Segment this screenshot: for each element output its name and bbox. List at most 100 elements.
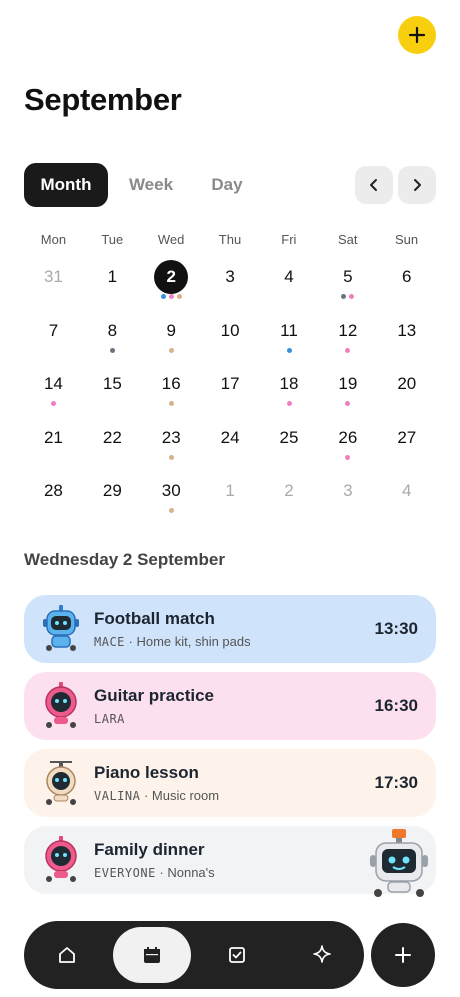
calendar-day[interactable]: 26 [318, 413, 377, 467]
plus-icon [408, 26, 426, 44]
tab-week[interactable]: Week [108, 163, 194, 207]
event-dot [160, 294, 166, 299]
event-assignee: MACE [94, 635, 125, 649]
event-dots [318, 454, 377, 460]
day-number: 13 [397, 320, 417, 340]
nav-calendar[interactable] [109, 921, 194, 989]
calendar-day[interactable]: 7 [24, 306, 83, 360]
nav-tasks[interactable] [194, 921, 279, 989]
event-card[interactable]: Football match MACE · Home kit, shin pad… [24, 595, 436, 663]
page-title: September [24, 82, 182, 117]
event-subtitle: VALINA · Music room [94, 788, 375, 803]
calendar-day[interactable]: 8 [83, 306, 142, 360]
day-number: 17 [220, 374, 240, 393]
nav-active-pill [112, 927, 191, 983]
calendar-day[interactable]: 14 [24, 359, 83, 413]
add-event-top-button[interactable] [398, 16, 436, 54]
next-month-button[interactable] [398, 166, 436, 204]
calendar-day[interactable]: 20 [377, 359, 436, 413]
calendar-day-selected[interactable]: 2 [142, 252, 201, 306]
event-dots [142, 454, 201, 460]
calendar-day[interactable]: 21 [24, 413, 83, 467]
calendar-day[interactable]: 5 [318, 252, 377, 306]
calendar-day[interactable]: 13 [377, 306, 436, 360]
event-note: · Music room [140, 788, 220, 803]
event-dot [341, 294, 347, 299]
tab-month[interactable]: Month [24, 163, 108, 207]
day-number: 4 [402, 481, 412, 500]
calendar-day[interactable]: 15 [83, 359, 142, 413]
calendar-day[interactable]: 3 [318, 466, 377, 520]
day-number: 16 [161, 374, 181, 393]
calendar-week-row: 21 22 23 24 25 26 27 [24, 413, 436, 467]
weekday-label: Fri [281, 232, 297, 247]
calendar-day[interactable]: 18 [260, 359, 319, 413]
day-number: 15 [102, 374, 122, 393]
calendar-day[interactable]: 28 [24, 466, 83, 520]
day-number: 10 [220, 320, 240, 340]
calendar-day[interactable]: 9 [142, 306, 201, 360]
day-number: 21 [43, 427, 63, 447]
event-title: Football match [94, 609, 215, 628]
calendar-day[interactable]: 10 [201, 306, 260, 360]
calendar-day[interactable]: 1 [83, 252, 142, 306]
event-dots [24, 401, 83, 406]
calendar-day[interactable]: 31 [24, 252, 83, 306]
calendar-day[interactable]: 17 [201, 359, 260, 413]
robot-mascot-icon [370, 829, 428, 897]
weekday-label: Mon [40, 232, 67, 247]
weekday-label: Wed [157, 232, 185, 247]
day-number: 14 [43, 374, 63, 393]
calendar-week-row: 28 29 30 1 2 3 4 [24, 466, 436, 520]
calendar-day[interactable]: 4 [377, 466, 436, 520]
calendar-day[interactable]: 2 [260, 466, 319, 520]
calendar-day[interactable]: 22 [83, 413, 142, 467]
view-switch: Month Week Day [24, 163, 260, 207]
event-card[interactable]: Guitar practice LARA 16:30 [24, 672, 436, 740]
event-time: 16:30 [374, 696, 418, 715]
nav-home[interactable] [24, 921, 109, 989]
day-number: 1 [107, 267, 118, 286]
event-dots [318, 401, 377, 406]
tab-day[interactable]: Day [194, 158, 260, 212]
event-dots [142, 294, 201, 299]
day-number: 28 [43, 481, 63, 500]
nav-assistant[interactable] [279, 921, 364, 989]
weekday-header: Mon Tue Wed Thu Fri Sat Sun [24, 232, 436, 250]
calendar-weeks: 31 1 2 3 4 5 6 7 8 9 10 11 12 13 14 15 16 17 18 19 20 21 22 23 2… [24, 252, 436, 520]
day-number: 18 [279, 374, 299, 393]
event-card[interactable]: Piano lesson VALINA · Music room 17:30 [24, 749, 436, 817]
calendar-day[interactable]: 24 [201, 413, 260, 467]
event-dot [345, 401, 351, 406]
event-dot [345, 347, 351, 353]
calendar-day[interactable]: 19 [318, 359, 377, 413]
calendar-icon [143, 947, 160, 963]
calendar-day[interactable]: 12 [318, 306, 377, 360]
day-number: 22 [102, 427, 122, 447]
calendar-day[interactable]: 1 [201, 466, 260, 520]
add-event-fab[interactable] [371, 923, 435, 987]
month-calendar: Mon Tue Wed Thu Fri Sat Sun 31 1 2 3 4 5 6 7 8 9 1… [24, 232, 436, 513]
calendar-day[interactable]: 29 [83, 466, 142, 520]
event-dots [260, 347, 319, 353]
tan-robot-icon [46, 761, 76, 805]
calendar-day[interactable]: 3 [201, 252, 260, 306]
day-number: 5 [343, 267, 353, 286]
day-number: 2 [284, 481, 294, 500]
calendar-day[interactable]: 25 [260, 413, 319, 467]
calendar-day[interactable]: 6 [377, 252, 436, 306]
calendar-day[interactable]: 27 [377, 413, 436, 467]
event-dots [318, 294, 377, 299]
calendar-day[interactable]: 30 [142, 466, 201, 520]
calendar-day[interactable]: 23 [142, 413, 201, 467]
event-dots [83, 347, 142, 353]
calendar-day[interactable]: 16 [142, 359, 201, 413]
day-number: 26 [338, 427, 358, 447]
previous-month-button[interactable] [355, 166, 393, 204]
day-number: 30 [161, 481, 181, 500]
calendar-day[interactable]: 11 [260, 306, 319, 360]
pink-robot-icon [45, 836, 77, 882]
calendar-day[interactable]: 4 [260, 252, 319, 306]
event-dot [345, 454, 351, 460]
blue-robot-icon [43, 605, 79, 651]
